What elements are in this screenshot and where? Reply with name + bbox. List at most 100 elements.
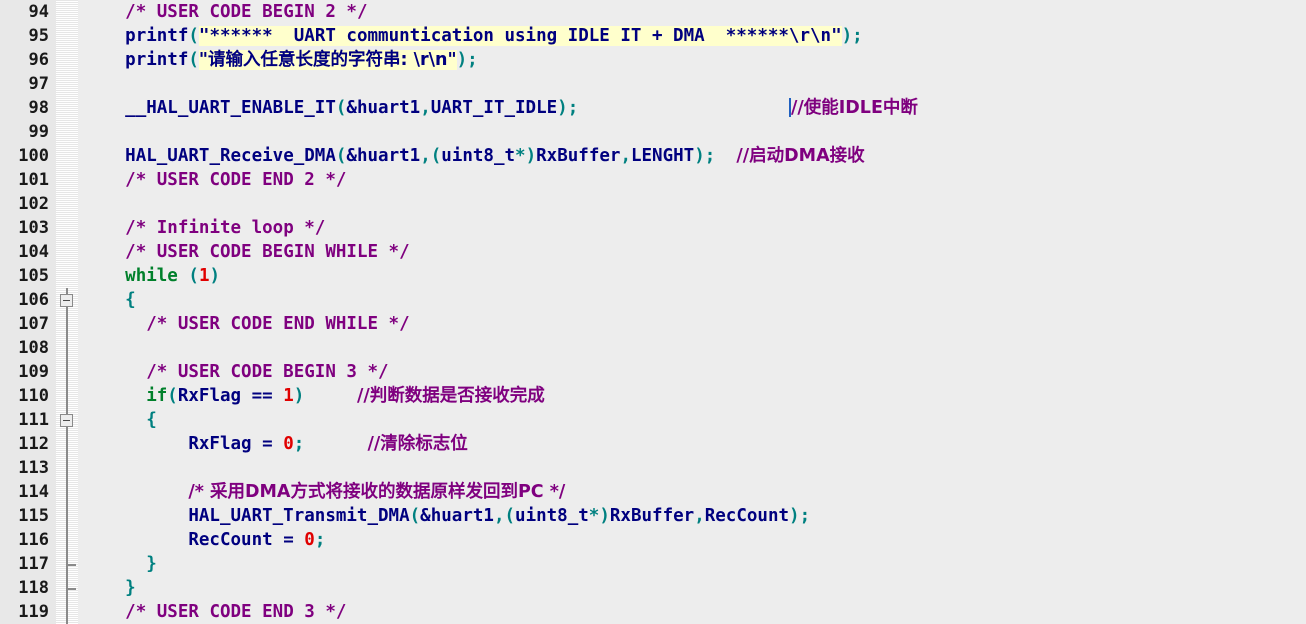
code-token: &huart1 bbox=[346, 98, 421, 118]
code-token: } bbox=[125, 578, 136, 598]
line-number: 104 bbox=[18, 242, 49, 262]
code-line[interactable] bbox=[83, 72, 1306, 96]
code-line[interactable]: __HAL_UART_ENABLE_IT(&huart1,UART_IT_IDL… bbox=[83, 96, 1306, 120]
code-line[interactable]: if(RxFlag == 1) //判断数据是否接收完成 bbox=[83, 384, 1306, 408]
fold-toggle-icon[interactable] bbox=[56, 288, 78, 312]
line-number: 95 bbox=[28, 26, 49, 46]
fold-minus-icon[interactable] bbox=[60, 414, 73, 427]
line-number: 106 bbox=[18, 290, 49, 310]
line-number: 110 bbox=[18, 386, 49, 406]
code-token: while bbox=[125, 266, 178, 286]
code-token: printf bbox=[125, 26, 189, 46]
code-token: 1 bbox=[198, 266, 210, 286]
line-number: 100 bbox=[18, 146, 49, 166]
code-line[interactable]: } bbox=[83, 552, 1306, 576]
code-token: RxFlag bbox=[188, 434, 252, 454]
code-token: //启动DMA接收 bbox=[736, 146, 865, 166]
line-number: 97 bbox=[28, 74, 49, 94]
code-line[interactable]: printf("****** UART communtication using… bbox=[83, 24, 1306, 48]
code-line[interactable]: { bbox=[83, 408, 1306, 432]
code-token: uint8_t bbox=[515, 506, 589, 526]
code-token: "****** UART communtication using IDLE I… bbox=[198, 26, 842, 46]
line-number: 101 bbox=[18, 170, 49, 190]
code-line[interactable] bbox=[83, 192, 1306, 216]
code-token: /* USER CODE BEGIN 2 */ bbox=[125, 2, 368, 22]
code-editor[interactable]: 94 95 96 97 98 99 100 101 102 103 104 105 106 107 108 1… bbox=[0, 0, 1306, 624]
code-token: RecCount bbox=[704, 506, 790, 526]
code-line[interactable]: { bbox=[83, 288, 1306, 312]
code-token: HAL_UART_Receive_DMA bbox=[125, 146, 336, 166]
fold-empty bbox=[56, 240, 78, 264]
fold-end-marker bbox=[56, 576, 78, 600]
code-line[interactable]: /* 采用DMA方式将接收的数据原样发回到PC */ bbox=[83, 480, 1306, 504]
code-line[interactable] bbox=[83, 456, 1306, 480]
code-line[interactable]: /* USER CODE BEGIN 3 */ bbox=[83, 360, 1306, 384]
code-token: if bbox=[146, 386, 168, 406]
code-token: ; bbox=[799, 506, 811, 526]
code-token: ; bbox=[314, 530, 326, 550]
code-line[interactable]: HAL_UART_Transmit_DMA(&huart1,(uint8_t*)… bbox=[83, 504, 1306, 528]
code-line[interactable] bbox=[83, 336, 1306, 360]
code-line[interactable]: /* Infinite loop */ bbox=[83, 216, 1306, 240]
code-token: } bbox=[146, 554, 157, 574]
code-line[interactable]: RxFlag = 0; //清除标志位 bbox=[83, 432, 1306, 456]
code-token: //清除标志位 bbox=[367, 434, 468, 454]
code-token: ; bbox=[567, 98, 579, 118]
code-token: "请输入任意长度的字符串: \r\n" bbox=[198, 50, 457, 70]
fold-empty bbox=[56, 48, 78, 72]
fold-empty bbox=[56, 192, 78, 216]
code-folding-column[interactable] bbox=[56, 0, 78, 624]
code-token: /* 采用DMA方式将接收的数据原样发回到PC */ bbox=[188, 482, 566, 502]
code-line[interactable]: /* USER CODE BEGIN WHILE */ bbox=[83, 240, 1306, 264]
code-text-area[interactable]: /* USER CODE BEGIN 2 */ printf("****** U… bbox=[78, 0, 1306, 624]
line-number: 111 bbox=[18, 410, 49, 430]
fold-minus-icon[interactable] bbox=[60, 294, 73, 307]
fold-empty bbox=[56, 264, 78, 288]
code-token: ; bbox=[852, 26, 863, 46]
code-line[interactable]: } bbox=[83, 576, 1306, 600]
code-token: 0 bbox=[283, 434, 294, 454]
fold-empty bbox=[56, 144, 78, 168]
code-token: ( bbox=[188, 26, 199, 46]
code-line[interactable]: /* USER CODE END WHILE */ bbox=[83, 312, 1306, 336]
fold-guide-line bbox=[56, 480, 78, 504]
code-line[interactable]: /* USER CODE END 2 */ bbox=[83, 168, 1306, 192]
code-line[interactable]: /* USER CODE BEGIN 2 */ bbox=[83, 0, 1306, 24]
line-number: 117 bbox=[18, 554, 49, 574]
code-line[interactable]: RecCount = 0; bbox=[83, 528, 1306, 552]
line-number: 98 bbox=[28, 98, 49, 118]
fold-end-tick-icon bbox=[67, 588, 76, 590]
line-number: 96 bbox=[28, 50, 49, 70]
code-token: /* Infinite loop */ bbox=[125, 218, 326, 238]
fold-empty bbox=[56, 120, 78, 144]
code-token: ( bbox=[335, 146, 347, 166]
fold-guide-line bbox=[56, 336, 78, 360]
code-token: , bbox=[493, 506, 505, 526]
code-token: /* USER CODE END 3 */ bbox=[125, 602, 347, 622]
fold-toggle-icon[interactable] bbox=[56, 408, 78, 432]
code-token: ; bbox=[467, 50, 478, 70]
code-token: /* USER CODE END WHILE */ bbox=[146, 314, 410, 334]
code-token: &huart1 bbox=[346, 146, 421, 166]
code-token: , bbox=[420, 98, 431, 118]
code-token: , bbox=[420, 146, 431, 166]
fold-guide-line bbox=[56, 312, 78, 336]
code-token: //判断数据是否接收完成 bbox=[357, 386, 545, 406]
code-line[interactable]: while (1) bbox=[83, 264, 1306, 288]
code-token: ) bbox=[599, 506, 610, 526]
code-line[interactable]: HAL_UART_Receive_DMA(&huart1,(uint8_t*)R… bbox=[83, 144, 1306, 168]
code-line[interactable]: printf("请输入任意长度的字符串: \r\n"); bbox=[83, 48, 1306, 72]
code-token: ( bbox=[335, 98, 347, 118]
code-line[interactable]: /* USER CODE END 3 */ bbox=[83, 600, 1306, 624]
code-token: ( bbox=[167, 386, 178, 406]
code-line[interactable] bbox=[83, 120, 1306, 144]
